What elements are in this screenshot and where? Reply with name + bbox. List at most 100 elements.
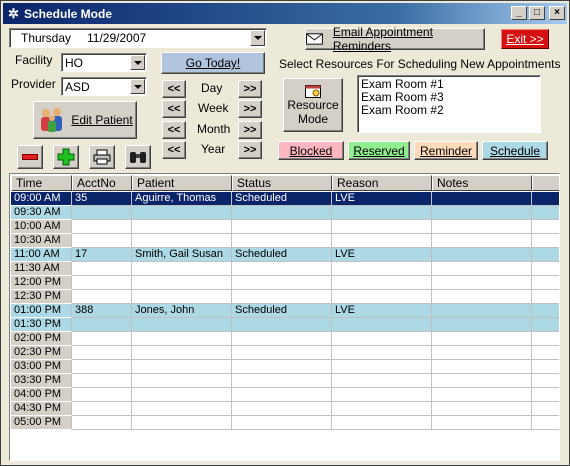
- acctno-cell[interactable]: [72, 276, 132, 290]
- time-cell[interactable]: 12:30 PM: [11, 290, 72, 304]
- email-reminders-button[interactable]: Email Appointment Reminders: [305, 25, 485, 53]
- table-row[interactable]: 03:30 PM: [11, 374, 559, 388]
- time-cell[interactable]: 01:30 PM: [11, 318, 72, 332]
- column-header-acctno[interactable]: AcctNo: [72, 175, 132, 191]
- reason-cell[interactable]: [332, 374, 432, 388]
- acctno-cell[interactable]: [72, 234, 132, 248]
- time-cell[interactable]: 02:30 PM: [11, 346, 72, 360]
- notes-cell[interactable]: [432, 332, 532, 346]
- maximize-button[interactable]: □: [529, 6, 545, 20]
- reason-cell[interactable]: LVE: [332, 304, 432, 318]
- patient-cell[interactable]: [132, 416, 232, 430]
- acctno-cell[interactable]: [72, 374, 132, 388]
- notes-cell[interactable]: [432, 388, 532, 402]
- status-cell[interactable]: [232, 360, 332, 374]
- filler-cell[interactable]: [532, 388, 559, 402]
- acctno-cell[interactable]: [72, 206, 132, 220]
- resources-list[interactable]: Exam Room #1 Exam Room #3 Exam Room #2: [357, 75, 541, 133]
- table-row[interactable]: 09:30 AM: [11, 206, 559, 220]
- notes-cell[interactable]: [432, 248, 532, 262]
- go-today-button[interactable]: Go Today!: [161, 52, 265, 74]
- status-cell[interactable]: [232, 262, 332, 276]
- notes-cell[interactable]: [432, 234, 532, 248]
- patient-cell[interactable]: [132, 402, 232, 416]
- patient-cell[interactable]: [132, 234, 232, 248]
- time-cell[interactable]: 10:00 AM: [11, 220, 72, 234]
- acctno-cell[interactable]: 35: [72, 192, 132, 206]
- reason-cell[interactable]: [332, 360, 432, 374]
- status-cell[interactable]: [232, 332, 332, 346]
- acctno-cell[interactable]: [72, 332, 132, 346]
- reason-cell[interactable]: [332, 234, 432, 248]
- notes-cell[interactable]: [432, 206, 532, 220]
- patient-cell[interactable]: Smith, Gail Susan: [132, 248, 232, 262]
- notes-cell[interactable]: [432, 220, 532, 234]
- next-day-button[interactable]: >>: [238, 80, 262, 98]
- filler-cell[interactable]: [532, 234, 559, 248]
- resource-item[interactable]: Exam Room #2: [361, 104, 537, 117]
- patient-cell[interactable]: [132, 318, 232, 332]
- reason-cell[interactable]: [332, 206, 432, 220]
- patient-cell[interactable]: [132, 332, 232, 346]
- notes-cell[interactable]: [432, 262, 532, 276]
- reason-cell[interactable]: [332, 290, 432, 304]
- notes-cell[interactable]: [432, 346, 532, 360]
- exit-button[interactable]: Exit >>: [501, 29, 549, 49]
- next-year-button[interactable]: >>: [238, 141, 262, 159]
- patient-cell[interactable]: [132, 290, 232, 304]
- filler-cell[interactable]: [532, 276, 559, 290]
- table-row[interactable]: 01:00 PM 388 Jones, John Scheduled LVE: [11, 304, 559, 318]
- column-header-status[interactable]: Status: [232, 175, 332, 191]
- notes-cell[interactable]: [432, 374, 532, 388]
- acctno-cell[interactable]: [72, 220, 132, 234]
- acctno-cell[interactable]: [72, 360, 132, 374]
- edit-patient-button[interactable]: Edit Patient: [33, 101, 137, 139]
- table-row[interactable]: 02:30 PM: [11, 346, 559, 360]
- delete-button[interactable]: [17, 145, 43, 169]
- patient-cell[interactable]: [132, 374, 232, 388]
- notes-cell[interactable]: [432, 304, 532, 318]
- status-cell[interactable]: [232, 318, 332, 332]
- reminder-legend-button[interactable]: Reminder: [414, 141, 478, 160]
- table-row[interactable]: 04:00 PM: [11, 388, 559, 402]
- status-cell[interactable]: Scheduled: [232, 192, 332, 206]
- filler-cell[interactable]: [532, 402, 559, 416]
- reason-cell[interactable]: [332, 416, 432, 430]
- table-row[interactable]: 01:30 PM: [11, 318, 559, 332]
- time-cell[interactable]: 09:00 AM: [11, 192, 72, 206]
- notes-cell[interactable]: [432, 402, 532, 416]
- prev-month-button[interactable]: <<: [162, 121, 186, 139]
- acctno-cell[interactable]: [72, 416, 132, 430]
- patient-cell[interactable]: Jones, John: [132, 304, 232, 318]
- acctno-cell[interactable]: [72, 346, 132, 360]
- status-cell[interactable]: [232, 234, 332, 248]
- find-button[interactable]: [125, 145, 151, 169]
- status-cell[interactable]: [232, 402, 332, 416]
- reason-cell[interactable]: LVE: [332, 248, 432, 262]
- acctno-cell[interactable]: 17: [72, 248, 132, 262]
- filler-cell[interactable]: [532, 318, 559, 332]
- filler-cell[interactable]: [532, 206, 559, 220]
- time-cell[interactable]: 09:30 AM: [11, 206, 72, 220]
- resource-mode-button[interactable]: Resource Mode: [283, 78, 343, 132]
- provider-select[interactable]: ASD: [61, 77, 147, 96]
- blocked-legend-button[interactable]: Blocked: [278, 141, 344, 160]
- acctno-cell[interactable]: [72, 290, 132, 304]
- facility-dropdown-icon[interactable]: [130, 55, 145, 70]
- filler-cell[interactable]: [532, 220, 559, 234]
- table-row[interactable]: 02:00 PM: [11, 332, 559, 346]
- status-cell[interactable]: [232, 206, 332, 220]
- table-row[interactable]: 12:00 PM: [11, 276, 559, 290]
- facility-select[interactable]: HO: [61, 53, 147, 72]
- reason-cell[interactable]: [332, 346, 432, 360]
- notes-cell[interactable]: [432, 360, 532, 374]
- column-header-notes[interactable]: Notes: [432, 175, 532, 191]
- filler-cell[interactable]: [532, 304, 559, 318]
- column-header-time[interactable]: Time: [11, 175, 72, 191]
- table-row[interactable]: 10:30 AM: [11, 234, 559, 248]
- status-cell[interactable]: [232, 374, 332, 388]
- prev-day-button[interactable]: <<: [162, 80, 186, 98]
- print-button[interactable]: [89, 145, 115, 169]
- notes-cell[interactable]: [432, 290, 532, 304]
- time-cell[interactable]: 11:30 AM: [11, 262, 72, 276]
